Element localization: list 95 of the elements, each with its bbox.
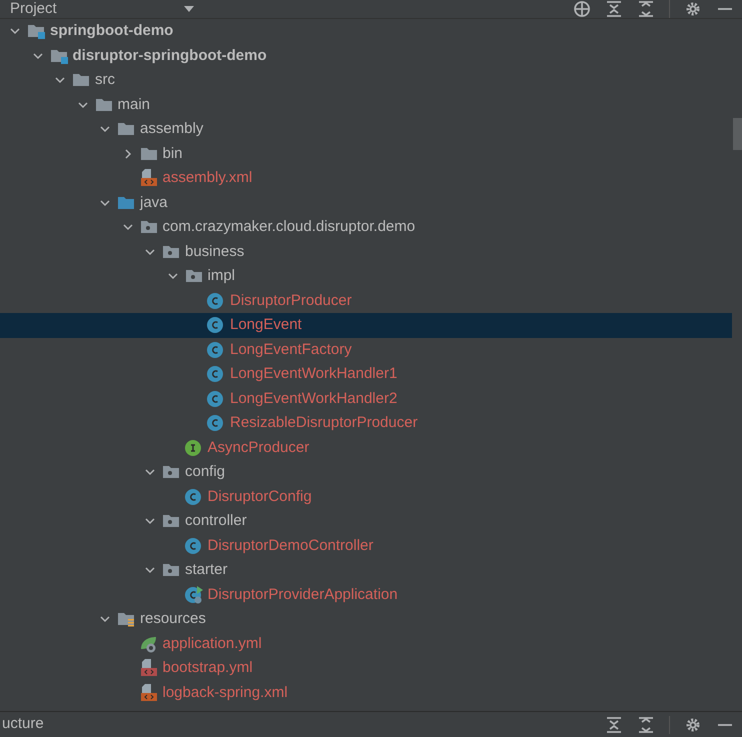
spring-config-icon [140,634,158,653]
tree-row[interactable]: assembly.xml [0,166,732,190]
tree-row[interactable]: LongEventWorkHandler1 [0,362,732,386]
tree-item-label: springboot-demo [50,21,174,41]
tree-row[interactable]: resources [0,607,732,632]
folder-icon [72,72,90,88]
tree-item-label: DisruptorConfig [208,486,312,506]
tree-item-label: disruptor-springboot-demo [72,46,267,66]
locate-target-icon[interactable] [573,0,591,18]
tree-row[interactable]: DisruptorDemoController [0,534,732,558]
tree-row[interactable]: springboot-demo [0,19,732,44]
settings-icon[interactable] [684,716,702,734]
package-folder-icon [140,219,158,236]
class-icon [207,414,225,432]
tree-item-label: LongEvent [230,315,302,335]
application-class-icon [184,586,202,604]
yaml-file-icon [140,659,158,678]
tree-item-label: DisruptorDemoController [208,536,374,556]
tree-item-label: resources [140,609,206,629]
module-folder-icon [50,48,68,64]
tree-item-label: assembly [140,119,204,139]
package-folder-icon [162,513,180,530]
tree-row[interactable]: LongEvent [0,313,732,338]
tree-item-label: LongEventWorkHandler2 [230,388,398,408]
tree-item-label: assembly.xml [162,168,252,188]
tree-item-label: bootstrap.yml [162,658,253,678]
tree-row[interactable]: main [0,92,732,117]
class-icon [207,292,225,310]
xml-file-icon [140,169,158,188]
class-icon [207,316,225,334]
class-icon [207,340,225,359]
dropdown-caret-icon[interactable] [182,4,195,12]
tree-item-label: ResizableDisruptorProducer [230,413,418,433]
tree-item-label: DisruptorProviderApplication [208,584,398,604]
tree-row[interactable]: DisruptorProducer [0,288,732,313]
panel-title: Project [9,0,57,17]
class-icon [207,365,225,384]
package-folder-icon [184,268,202,284]
tree-item-label: src [95,70,115,90]
tree-row[interactable]: AsyncProducer [0,436,732,460]
tree-row[interactable]: impl [0,264,732,288]
tree-item-label: starter [185,560,228,580]
tree-item-label: DisruptorProducer [230,290,352,310]
class-icon [184,536,202,555]
package-folder-icon [162,244,180,260]
tree-row[interactable]: LongEventWorkHandler2 [0,386,732,411]
tree-item-label: logback-spring.xml [162,682,288,702]
settings-icon[interactable] [684,0,702,18]
tree-item-label: AsyncProducer [208,438,310,458]
tree-row[interactable]: starter [0,558,732,582]
package-folder-icon [162,464,180,480]
tree-row[interactable]: application.yml [0,632,732,656]
tree-item-label: bin [162,144,183,164]
tree-row[interactable]: bootstrap.yml [0,656,732,680]
tree-item-label: LongEventFactory [230,340,352,360]
tree-row[interactable]: DisruptorConfig [0,484,732,509]
module-folder-icon [27,23,45,40]
source-folder-icon [117,194,135,211]
class-icon [184,488,202,506]
tree-row[interactable]: config [0,460,732,484]
collapse-all-icon[interactable] [637,0,655,18]
tree-row[interactable]: bin [0,142,732,166]
expand-all-icon[interactable] [605,716,623,734]
tree-row[interactable]: ResizableDisruptorProducer [0,411,732,436]
tree-item-label: com.crazymaker.cloud.disruptor.demo [162,217,416,237]
folder-icon [94,96,112,113]
tree-row[interactable]: src [0,68,732,92]
tree-item-label: application.yml [162,634,262,654]
class-icon [207,390,225,408]
scrollbar-thumb[interactable] [733,118,742,150]
tree-row[interactable]: business [0,240,732,264]
tree-row[interactable]: disruptor-springboot-demo [0,44,732,68]
expand-all-icon[interactable] [605,0,623,18]
collapse-all-icon[interactable] [637,716,655,734]
tree-row[interactable]: assembly [0,117,732,142]
tree-row[interactable]: DisruptorProviderApplication [0,582,732,607]
tree-item-label: impl [208,266,236,286]
tree-row[interactable]: java [0,190,732,215]
xml-file-icon [140,684,158,702]
tree-row[interactable]: controller [0,509,732,534]
resources-folder-icon [117,611,135,628]
tree-item-label: business [185,242,244,262]
folder-icon [140,146,158,162]
interface-icon [184,438,202,457]
tree-row[interactable]: LongEventFactory [0,338,732,362]
tree-row[interactable]: com.crazymaker.cloud.disruptor.demo [0,215,732,240]
tree-item-label: controller [185,511,247,531]
panel-title: ucture [2,714,44,734]
package-folder-icon [162,562,180,578]
tree-item-label: java [140,192,168,212]
folder-icon [117,121,135,138]
tree-item-label: config [185,462,226,482]
tree-item-label: main [118,94,150,114]
tree-row[interactable]: logback-spring.xml [0,680,732,705]
tree-item-label: LongEventWorkHandler1 [230,364,398,384]
